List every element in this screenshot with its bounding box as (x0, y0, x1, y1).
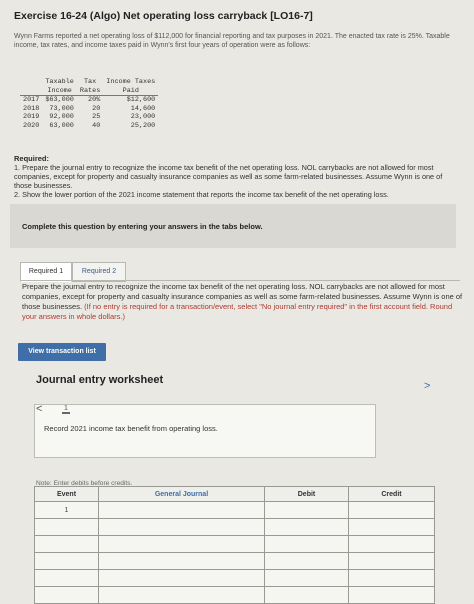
rate-cell: 20 (92, 104, 101, 113)
event-cell: 1 (34, 501, 99, 519)
rate-cell: 40 (92, 121, 101, 130)
tab-instructions: Prepare the journal entry to recognize t… (22, 282, 464, 322)
tab-required-2[interactable]: Required 2 (72, 262, 126, 282)
col-income-taxes-header-2: Paid (103, 86, 159, 96)
entry-number[interactable]: 1 (62, 405, 70, 414)
required-text: 1. Prepare the journal entry to recogniz… (14, 163, 459, 199)
event-cell (34, 552, 99, 570)
credit-input[interactable] (348, 501, 435, 519)
debit-header: Debit (264, 486, 349, 502)
debit-input[interactable] (264, 569, 349, 587)
paid-cell: 23,000 (130, 113, 156, 121)
table-row (34, 552, 435, 570)
table-row: 2020 63,000 40 25,200 (20, 122, 158, 131)
worksheet-title: Journal entry worksheet (36, 374, 164, 386)
year-cell: 2017 (23, 96, 40, 104)
income-cell: 92,000 (49, 113, 74, 121)
col-income-taxes-header-1: Income Taxes (106, 78, 156, 86)
rate-cell: 20% (88, 96, 101, 104)
required-heading: Required: (14, 154, 50, 163)
credit-input[interactable] (348, 535, 435, 553)
tax-history-table: Taxable Tax Income Taxes Income Rates Pa… (20, 78, 159, 131)
entry-description: Record 2021 income tax benefit from oper… (44, 424, 218, 433)
table-row (34, 518, 435, 536)
tab-required-1[interactable]: Required 1 (20, 262, 72, 282)
account-select[interactable] (98, 518, 265, 536)
instructions-note: (If no entry is required for a transacti… (22, 302, 453, 321)
view-transaction-list-button[interactable]: View transaction list (18, 343, 106, 361)
paid-cell: 14,600 (130, 104, 156, 113)
year-cell: 2020 (23, 121, 40, 130)
debit-input[interactable] (264, 535, 349, 553)
event-header: Event (34, 486, 99, 502)
tab-divider (20, 280, 460, 281)
paid-cell: 25,200 (130, 121, 156, 130)
col-taxable-income-header-2: Income (42, 86, 77, 96)
table-row: 2019 92,000 25 23,000 (20, 113, 158, 122)
page: Exercise 16-24 (Algo) Net operating loss… (0, 0, 474, 604)
account-select[interactable] (98, 552, 265, 570)
paid-cell: $12,600 (126, 96, 156, 104)
col-tax-rates-header-1: Tax (83, 78, 97, 86)
chevron-right-icon[interactable]: > (424, 380, 430, 392)
account-select[interactable] (98, 569, 265, 587)
required-item-2: 2. Show the lower portion of the 2021 in… (14, 190, 389, 199)
table-row: 2018 73,000 20 14,600 (20, 105, 158, 114)
col-tax-rates-header-2: Rates (76, 86, 104, 96)
table-row (34, 535, 435, 553)
year-cell: 2019 (23, 113, 40, 121)
table-row: 2017 $63,000 20% $12,600 (20, 96, 158, 105)
debit-input[interactable] (264, 501, 349, 519)
credit-input[interactable] (348, 569, 435, 587)
year-cell: 2018 (23, 104, 40, 113)
col-taxable-income-header-1: Taxable (45, 78, 74, 86)
banner-text: Complete this question by entering your … (22, 222, 263, 231)
credit-input[interactable] (348, 552, 435, 570)
table-row: 1 (34, 501, 435, 519)
credit-header: Credit (348, 486, 435, 502)
table-row (34, 569, 435, 587)
event-cell (34, 535, 99, 553)
general-journal-header: General Journal (98, 486, 265, 502)
event-cell (34, 518, 99, 536)
debit-input[interactable] (264, 518, 349, 536)
income-cell: $63,000 (45, 96, 74, 104)
journal-entry-table: Event General Journal Debit Credit 1 (34, 486, 435, 604)
required-item-1: 1. Prepare the journal entry to recogniz… (14, 163, 443, 190)
account-select[interactable] (98, 535, 265, 553)
page-title: Exercise 16-24 (Algo) Net operating loss… (14, 10, 313, 22)
debit-input[interactable] (264, 552, 349, 570)
chevron-left-icon[interactable]: < (36, 403, 42, 415)
income-cell: 73,000 (49, 104, 74, 113)
event-cell (34, 569, 99, 587)
credit-input[interactable] (348, 518, 435, 536)
problem-intro: Wynn Farms reported a net operating loss… (14, 33, 450, 49)
account-select[interactable] (98, 501, 265, 519)
rate-cell: 25 (92, 113, 101, 121)
income-cell: 63,000 (49, 121, 74, 130)
